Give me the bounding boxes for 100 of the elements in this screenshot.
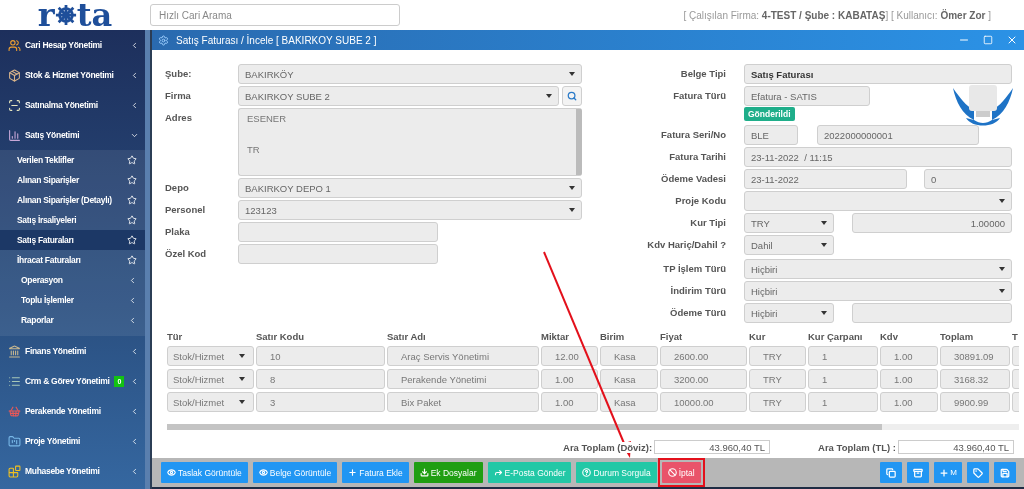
field-label: Fatura Tarihi — [668, 150, 726, 164]
close-icon[interactable] — [1006, 34, 1018, 46]
sidebar-item[interactable]: Finans Yönetimi — [0, 336, 145, 366]
caret-icon — [999, 289, 1005, 293]
caret-icon — [569, 72, 575, 76]
sidebar-subitem[interactable]: Toplu İşlemler — [0, 290, 145, 310]
sidebar-subitem[interactable]: Raporlar — [0, 310, 145, 330]
column-header: Tür — [167, 331, 184, 343]
maximize-icon[interactable] — [983, 35, 993, 45]
select-field[interactable]: Hiçbiri — [744, 303, 834, 323]
input-field[interactable]: 0 — [924, 169, 1012, 189]
select-field[interactable]: Hiçbiri — [744, 259, 1012, 279]
input-field[interactable]: BLE — [744, 125, 798, 145]
input-field[interactable]: 2022000000001 — [817, 125, 979, 145]
column-header: Toplam — [940, 331, 975, 343]
sidebar-subitem[interactable]: Operasyon — [0, 270, 145, 290]
table-cell: Kasa — [600, 392, 658, 412]
sidebar-item[interactable]: Stok & Hizmet Yönetimi — [0, 60, 145, 90]
select-field[interactable]: Stok/Hizmet — [167, 346, 254, 366]
select-field[interactable]: TRY — [744, 213, 834, 233]
table-cell: 30891.09 — [940, 346, 1010, 366]
toolbar-button[interactable]: Fatura Ekle — [342, 462, 409, 483]
toolbar-button[interactable]: Taslak Görüntüle — [161, 462, 248, 483]
select-field[interactable]: 123123 — [238, 200, 582, 220]
icon-button[interactable] — [880, 462, 903, 483]
select-field[interactable]: Hiçbiri — [744, 281, 1012, 301]
select-field[interactable] — [744, 191, 1012, 211]
sidebar-item[interactable]: Satınalma Yönetimi — [0, 90, 145, 120]
chevron-left-icon — [130, 376, 139, 386]
field-label: Kdv Hariç/Dahil ? — [646, 238, 726, 252]
table-cell: 3200.00 — [660, 369, 747, 389]
sidebar-subitem[interactable]: Satış Faturaları — [0, 230, 145, 250]
caret-icon — [821, 311, 827, 315]
field-label: Şube: — [165, 67, 193, 81]
sidebar-subitem[interactable]: Alınan Siparişler — [0, 170, 145, 190]
input-field[interactable]: Satış Faturası — [744, 64, 1012, 84]
table-cell: 10 — [256, 346, 385, 366]
toolbar-button[interactable]: Belge Görüntüle — [252, 462, 338, 483]
table-cell: 3 — [256, 392, 385, 412]
chevron-left-icon — [130, 406, 139, 416]
toolbar-button[interactable]: İptal — [661, 462, 701, 483]
sidebar-subitem[interactable]: Alınan Siparişler (Detaylı) — [0, 190, 145, 210]
input-field[interactable]: 23-11-2022 / 11:15 — [744, 147, 1012, 167]
field-label: Plaka — [165, 225, 191, 239]
table-cell: 1.00 — [541, 392, 598, 412]
download-icon — [419, 468, 429, 477]
list-icon — [8, 374, 21, 388]
column-header: Birim — [600, 331, 626, 343]
select-field[interactable]: BAKIRKOY DEPO 1 — [238, 178, 582, 198]
sidebar-item[interactable]: Muhasebe Yönetimi — [0, 456, 145, 486]
icon-button[interactable] — [907, 462, 930, 483]
star-icon — [127, 215, 137, 225]
eye-icon — [167, 468, 176, 477]
save-icon — [1000, 467, 1010, 478]
star-icon — [127, 175, 137, 185]
field-label: Depo — [165, 181, 190, 195]
sidebar-item[interactable]: Cari Hesap Yönetimi — [0, 30, 145, 60]
total-field: 43.960,40 TL — [898, 440, 1014, 454]
icon-button[interactable] — [967, 462, 989, 483]
select-field[interactable]: BAKIRKÖY — [238, 64, 582, 84]
select-field[interactable]: Stok/Hizmet — [167, 392, 254, 412]
icon-button[interactable] — [994, 462, 1016, 483]
input-field[interactable]: Efatura - SATIS — [744, 86, 870, 106]
ban-icon — [667, 468, 677, 477]
sidebar-subitem[interactable]: İhracat Faturaları — [0, 250, 145, 270]
select-field[interactable]: Dahil — [744, 235, 834, 255]
input-field[interactable] — [238, 222, 438, 242]
search-button[interactable] — [562, 86, 582, 106]
table-cell: 12.00 — [541, 346, 598, 366]
sidebar-item[interactable]: Satış Yönetimi — [0, 120, 145, 150]
scan-icon — [8, 98, 21, 112]
archive-icon — [913, 467, 924, 478]
input-field[interactable]: 1.00000 — [852, 213, 1012, 233]
plus-icon — [939, 467, 950, 478]
sidebar-subitem[interactable]: Satış İrsaliyeleri — [0, 210, 145, 230]
input-field[interactable] — [852, 303, 1012, 323]
table-cell: Kasa — [600, 369, 658, 389]
toolbar-button[interactable]: Ek Dosyalar — [413, 462, 483, 483]
table-cell: 1.00 — [880, 346, 938, 366]
status-badge: Gönderildi — [744, 107, 795, 121]
address-field[interactable]: ESENER TR — [238, 108, 582, 176]
sidebar-subitem[interactable]: Verilen Teklifler — [0, 150, 145, 170]
sidebar-item[interactable]: Perakende Yönetimi — [0, 396, 145, 426]
chevron-left-icon — [130, 70, 139, 80]
input-field[interactable] — [238, 244, 438, 264]
input-field[interactable]: 23-11-2022 — [744, 169, 907, 189]
gear-icon — [158, 34, 169, 46]
select-field[interactable]: Stok/Hizmet — [167, 369, 254, 389]
caret-icon — [239, 354, 245, 358]
chevron-left-icon — [130, 346, 139, 356]
search-field[interactable]: Hızlı Cari Arama — [150, 4, 400, 26]
icon-button[interactable]: M — [934, 462, 962, 483]
sidebar-item[interactable]: Proje Yönetimi — [0, 426, 145, 456]
blocks-icon — [8, 464, 21, 478]
field-label: Fatura Seri/No — [660, 128, 726, 142]
star-icon — [127, 155, 137, 165]
field-label: Özel Kod — [165, 247, 208, 261]
select-field[interactable]: BAKIRKOY SUBE 2 — [238, 86, 559, 106]
table-cell: 1.00 — [880, 392, 938, 412]
field-label: Kur Tipi — [689, 216, 726, 230]
